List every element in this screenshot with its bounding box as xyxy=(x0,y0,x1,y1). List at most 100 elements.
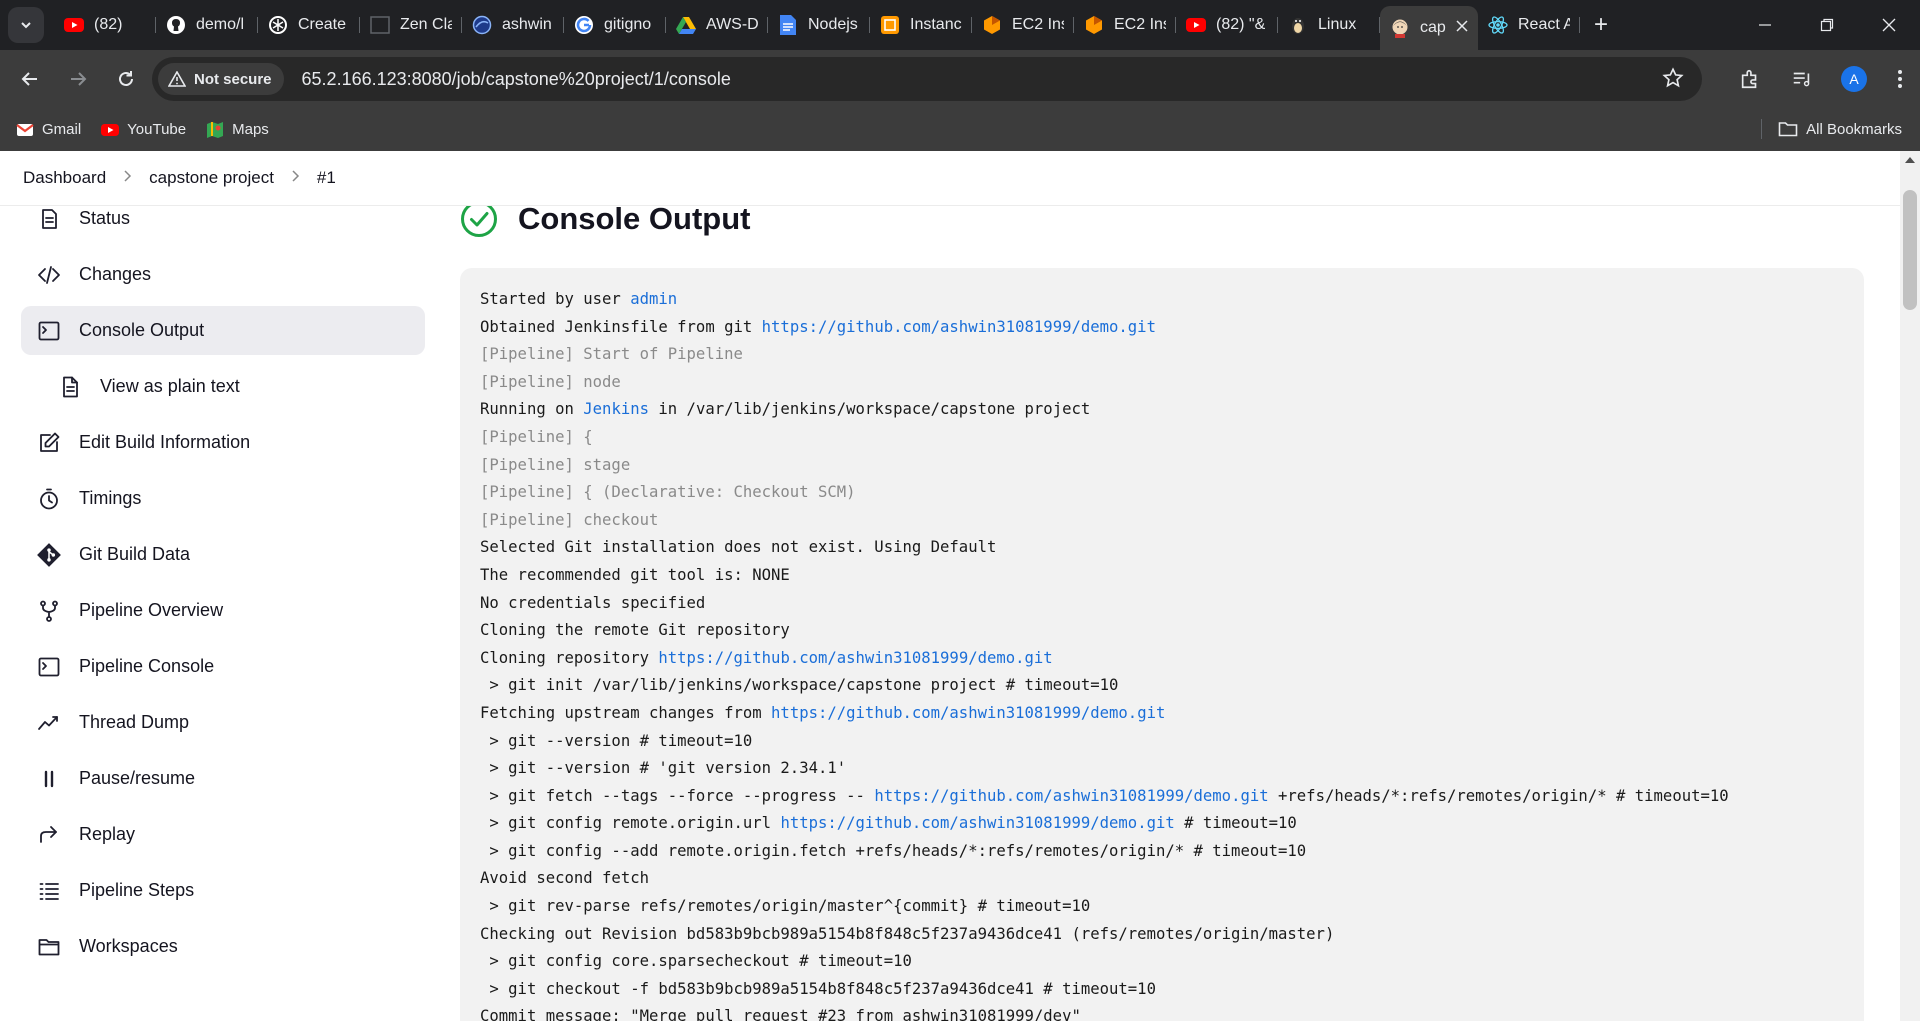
status-icon xyxy=(35,205,63,233)
console-pipeline-line: [Pipeline] node xyxy=(480,369,1844,397)
pulse-icon xyxy=(35,709,63,737)
jenkins-icon xyxy=(1390,18,1410,38)
console-line: Fetching upstream changes from https://g… xyxy=(480,700,1844,728)
browser-tab[interactable]: (82) "& xyxy=(1176,6,1278,44)
address-bar[interactable]: Not secure 65.2.166.123:8080/job/capston… xyxy=(152,57,1702,101)
console-pipeline-line: [Pipeline] { xyxy=(480,424,1844,452)
breadcrumb-project[interactable]: capstone project xyxy=(149,168,274,188)
console-link[interactable]: https://github.com/ashwin31081999/demo.g… xyxy=(762,318,1156,336)
sidebar-item-console-output[interactable]: Console Output xyxy=(21,306,425,355)
all-bookmarks-label: All Bookmarks xyxy=(1806,120,1902,138)
breadcrumb-dashboard[interactable]: Dashboard xyxy=(23,168,106,188)
browser-tab[interactable]: Linux xyxy=(1278,6,1380,44)
browser-tab[interactable]: demo/l xyxy=(156,6,258,44)
console-text: > git --version # timeout=10 xyxy=(480,731,753,750)
sidebar-item-workspaces[interactable]: Workspaces xyxy=(21,922,425,971)
sidebar-item-git-build-data[interactable]: Git Build Data xyxy=(21,530,425,579)
breadcrumb-build[interactable]: #1 xyxy=(317,168,336,188)
scroll-up-arrow[interactable] xyxy=(1905,157,1915,163)
sidebar-item-label: Thread Dump xyxy=(79,712,190,732)
new-tab-button[interactable]: + xyxy=(1586,10,1616,40)
tab-search-button[interactable] xyxy=(8,7,44,43)
console-text: [Pipeline] { xyxy=(480,427,593,446)
sidebar-item-pipeline-steps[interactable]: Pipeline Steps xyxy=(21,866,425,915)
playlist-icon xyxy=(1793,72,1810,87)
menu-button[interactable] xyxy=(1880,57,1920,101)
close-tab-button[interactable] xyxy=(1456,19,1468,37)
google-icon xyxy=(574,15,594,35)
console-text: [Pipeline] stage xyxy=(480,455,631,474)
minimize-button[interactable] xyxy=(1734,0,1796,50)
sidebar-item-timings[interactable]: Timings xyxy=(21,474,425,523)
console-link[interactable]: https://github.com/ashwin31081999/demo.g… xyxy=(780,814,1174,832)
sidebar-item-pause-resume[interactable]: Pause/resume xyxy=(21,754,425,803)
console-text: Started by user xyxy=(480,290,631,308)
console-link[interactable]: Jenkins xyxy=(583,400,649,418)
browser-tab-bar: (82) demo/l Create Zen Cla ashwin gitigno AWS-… xyxy=(0,0,1920,50)
console-line: Commit message: "Merge pull request #23 … xyxy=(480,1003,1844,1021)
scrollbar-thumb[interactable] xyxy=(1903,190,1917,310)
console-line: > git --version # timeout=10 xyxy=(480,728,1844,756)
aws-icon xyxy=(880,15,900,35)
all-bookmarks-button[interactable]: All Bookmarks xyxy=(1761,119,1902,139)
browser-tab[interactable]: (82) xyxy=(54,6,156,44)
sidebar-item-changes[interactable]: Changes xyxy=(21,250,425,299)
console-link[interactable]: admin xyxy=(630,290,677,308)
sidebar-item-replay[interactable]: Replay xyxy=(21,810,425,859)
bookmark-youtube[interactable]: YouTube xyxy=(101,121,186,139)
browser-tab[interactable]: EC2 Ins xyxy=(1074,6,1176,44)
code-icon xyxy=(35,261,63,289)
sidebar-item-label: Console Output xyxy=(79,320,205,340)
forward-button[interactable] xyxy=(56,57,100,101)
browser-tab[interactable]: React A xyxy=(1478,6,1580,44)
restore-button[interactable] xyxy=(1796,0,1858,50)
jenkins-page: Dashboard capstone project #1 Status Chan… xyxy=(0,151,1920,1021)
url-text[interactable]: 65.2.166.123:8080/job/capstone%20project… xyxy=(302,69,731,90)
security-chip[interactable]: Not secure xyxy=(158,63,284,95)
console-text: [Pipeline] { (Declarative: Checkout SCM) xyxy=(480,483,856,502)
browser-tab[interactable]: Zen Cla xyxy=(360,6,462,44)
tab-title: (82) "& xyxy=(1216,16,1266,33)
browser-tab[interactable]: Create xyxy=(258,6,360,44)
bookmark-label: Maps xyxy=(232,121,269,138)
sidebar-item-edit-build-information[interactable]: Edit Build Information xyxy=(21,418,425,467)
bookmark-gmail[interactable]: Gmail xyxy=(16,121,81,139)
browser-tab-active[interactable]: cap xyxy=(1380,6,1478,50)
console-text: Fetching upstream changes from xyxy=(480,703,772,722)
browser-tab[interactable]: gitigno xyxy=(564,6,666,44)
browser-tab[interactable]: EC2 Ins xyxy=(972,6,1074,44)
browser-tab[interactable]: Instanc xyxy=(870,6,972,44)
sidebar-item-pipeline-overview[interactable]: Pipeline Overview xyxy=(21,586,425,635)
tab-title: React A xyxy=(1518,16,1570,33)
bookmark-maps[interactable]: Maps xyxy=(206,121,269,139)
drive-icon xyxy=(676,15,696,35)
profile-button[interactable]: A xyxy=(1828,57,1880,101)
console-link[interactable]: https://github.com/ashwin31081999/demo.g… xyxy=(771,704,1165,722)
browser-toolbar: Not secure 65.2.166.123:8080/job/capston… xyxy=(0,50,1920,108)
console-line: Checking out Revision bd583b9bcb989a5154… xyxy=(480,921,1844,949)
console-text: > git --version # 'git version 2.34.1' xyxy=(480,759,847,778)
media-control-button[interactable] xyxy=(1776,57,1828,101)
bookmark-star-button[interactable] xyxy=(1662,67,1684,94)
console-link[interactable]: https://github.com/ashwin31081999/demo.g… xyxy=(658,649,1052,667)
console-text: [Pipeline] checkout xyxy=(480,510,659,529)
reload-button[interactable] xyxy=(104,57,148,101)
console-text: > git init /var/lib/jenkins/workspace/ca… xyxy=(480,676,1119,695)
page-title: Console Output xyxy=(518,201,751,236)
console-link[interactable]: https://github.com/ashwin31081999/demo.g… xyxy=(874,787,1268,805)
browser-tab[interactable]: ashwin xyxy=(462,6,564,44)
close-window-button[interactable] xyxy=(1858,0,1920,50)
extensions-button[interactable] xyxy=(1724,57,1776,101)
tab-title: (82) xyxy=(94,16,123,33)
sidebar-item-view-as-plain-text[interactable]: View as plain text xyxy=(21,362,425,411)
console-text: # timeout=10 xyxy=(1174,814,1297,833)
sidebar-item-label: Replay xyxy=(79,824,136,844)
star-icon xyxy=(1662,67,1684,88)
console-line: > git init /var/lib/jenkins/workspace/ca… xyxy=(480,672,1844,700)
sidebar-item-thread-dump[interactable]: Thread Dump xyxy=(21,698,425,747)
console-pipeline-line: [Pipeline] checkout xyxy=(480,507,1844,535)
browser-tab[interactable]: AWS-D xyxy=(666,6,768,44)
back-button[interactable] xyxy=(8,57,52,101)
sidebar-item-pipeline-console[interactable]: Pipeline Console xyxy=(21,642,425,691)
browser-tab[interactable]: Nodejs xyxy=(768,6,870,44)
